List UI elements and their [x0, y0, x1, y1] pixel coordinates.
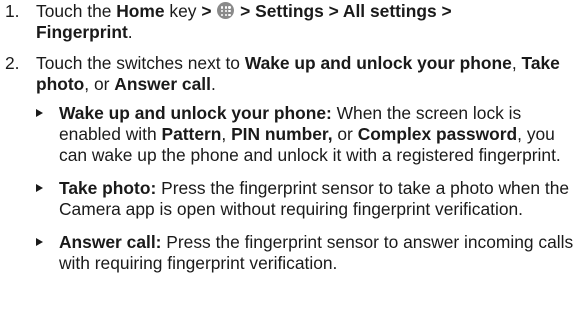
bullet-arrow-icon [33, 178, 59, 199]
step-text: Touch the switches next to [36, 52, 245, 73]
step-text: , or [84, 74, 115, 95]
instructions-page: 1. Touch the Home key > > Settings > All… [0, 0, 584, 332]
pin-label: PIN number, [231, 124, 333, 145]
bullet-title: Take photo: [59, 177, 157, 198]
bullet-title: Answer call: [59, 231, 162, 252]
bullet-text: Answer call: Press the fingerprint senso… [59, 232, 576, 275]
bullet-body: , [221, 124, 232, 145]
step-text: Touch the [36, 1, 117, 21]
wake-unlock-label: Wake up and unlock your phone [244, 52, 512, 73]
settings-path: > Settings > All settings > [240, 1, 452, 21]
pattern-label: Pattern [161, 124, 222, 145]
apps-icon [217, 2, 235, 19]
step-text: key [164, 1, 202, 21]
step-2-text: Touch the switches next to Wake up and u… [36, 53, 576, 96]
home-key-label: Home [116, 1, 165, 21]
fingerprint-label: Fingerprint [36, 22, 128, 43]
bullet-wake-unlock: Wake up and unlock your phone: When the … [33, 103, 576, 167]
bullet-title: Wake up and unlock your phone: [59, 102, 332, 123]
bullet-text: Take photo: Press the fingerprint sensor… [59, 178, 576, 221]
bullet-text: Wake up and unlock your phone: When the … [59, 103, 576, 167]
bullet-body: or [332, 124, 358, 145]
bullet-take-photo: Take photo: Press the fingerprint sensor… [33, 178, 576, 221]
step-2: 2. Touch the switches next to Wake up an… [5, 53, 576, 96]
bullet-arrow-icon [33, 103, 59, 124]
path-separator: > [201, 1, 212, 21]
step-1: 1. Touch the Home key > > Settings > All… [5, 1, 576, 44]
bullet-arrow-icon [33, 232, 59, 253]
step-number: 2. [5, 52, 20, 73]
bullet-answer-call: Answer call: Press the fingerprint senso… [33, 232, 576, 275]
feature-list: Wake up and unlock your phone: When the … [33, 103, 576, 275]
step-1-text: Touch the Home key > > Settings > All se… [36, 1, 576, 44]
step-text: . [127, 22, 133, 43]
step-number: 1. [5, 1, 20, 21]
complex-password-label: Complex password [357, 124, 518, 145]
answer-call-label: Answer call [114, 74, 211, 95]
step-text: . [210, 74, 216, 95]
